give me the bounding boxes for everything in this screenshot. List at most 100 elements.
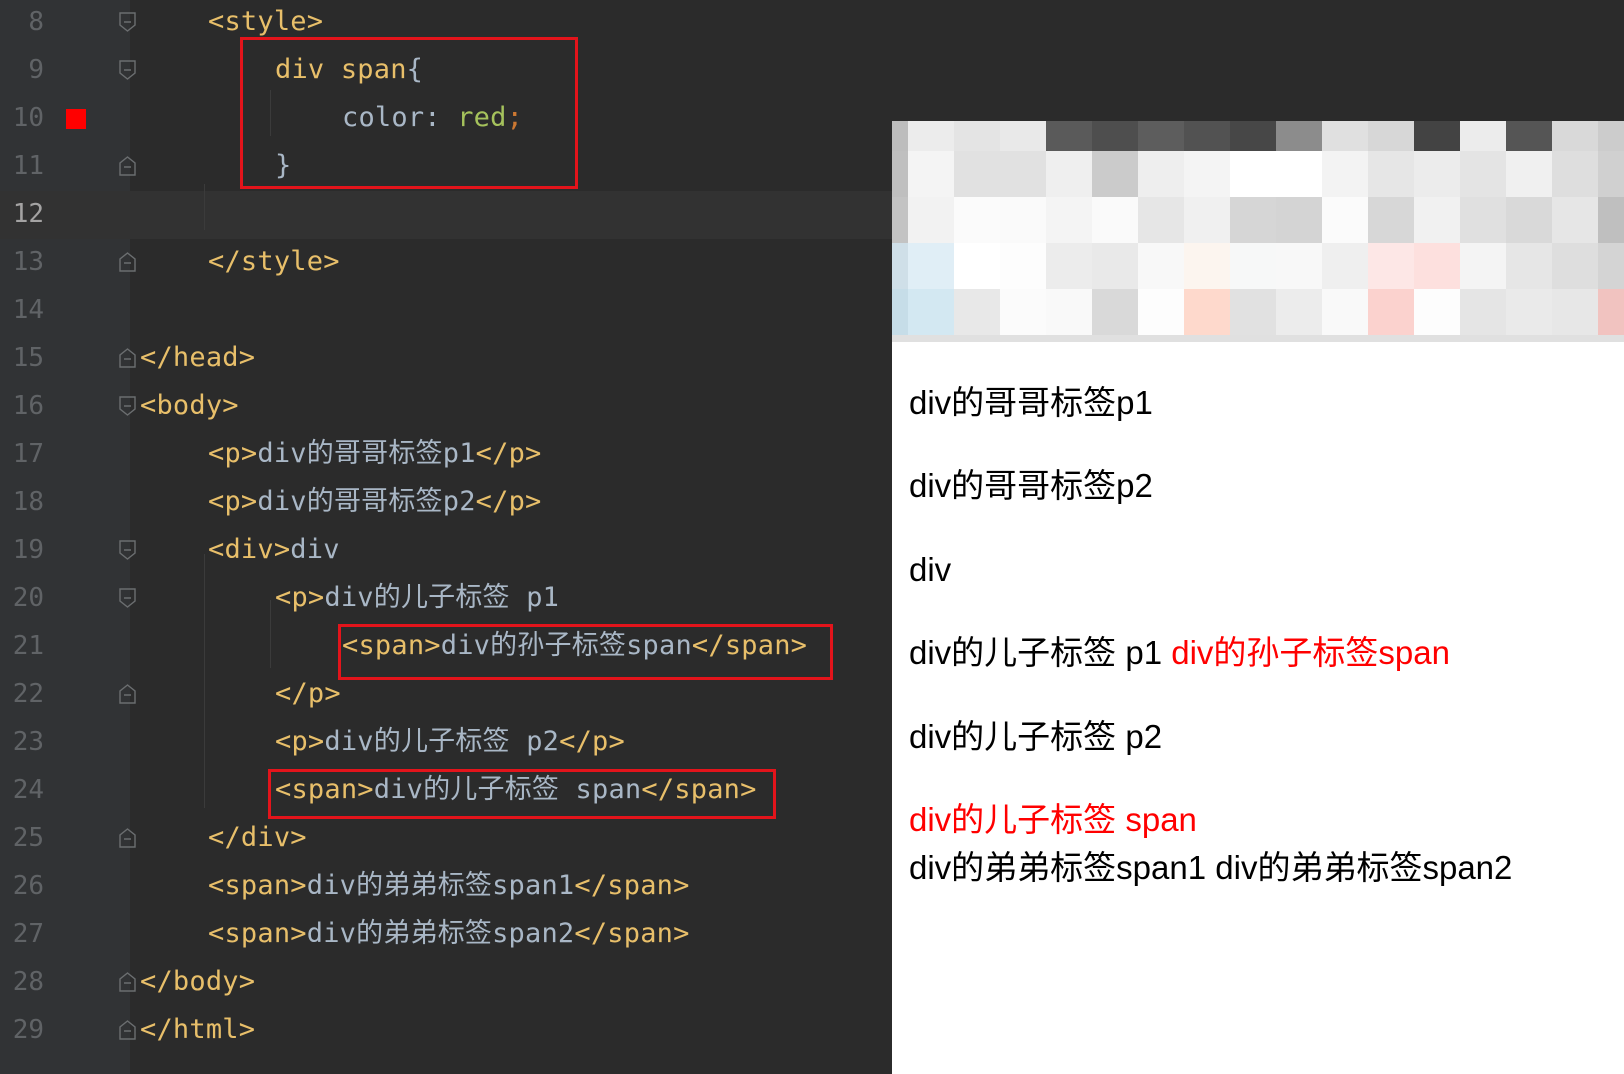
mosaic-cell bbox=[1000, 289, 1046, 335]
fold-close-icon[interactable] bbox=[119, 348, 137, 368]
code-line-20[interactable]: 20 <p>div的儿子标签 p1 bbox=[0, 575, 892, 623]
line-number: 25 bbox=[12, 823, 44, 853]
mosaic-cell bbox=[1230, 243, 1276, 289]
code-line-19[interactable]: 19 <div>div bbox=[0, 527, 892, 575]
mosaic-cell bbox=[1184, 243, 1230, 289]
mosaic-cell bbox=[1046, 121, 1092, 151]
mosaic-cell bbox=[1138, 243, 1184, 289]
rendered-p2: div的哥哥标签p2 bbox=[909, 467, 1153, 504]
mosaic-cell bbox=[1414, 243, 1460, 289]
line-number: 19 bbox=[12, 535, 44, 565]
mosaic-cell bbox=[1506, 243, 1552, 289]
mosaic-cell bbox=[954, 289, 1000, 335]
mosaic-cell bbox=[1414, 197, 1460, 243]
fold-open-icon[interactable] bbox=[119, 540, 137, 560]
code-line-27[interactable]: 27 <span>div的弟弟标签span2</span> bbox=[0, 911, 892, 959]
code-line-10[interactable]: 10 color: red; bbox=[0, 95, 892, 143]
fold-open-icon[interactable] bbox=[119, 60, 137, 80]
mosaic-cell bbox=[1322, 151, 1368, 197]
breakpoint-icon[interactable] bbox=[66, 109, 86, 129]
code-line-8[interactable]: 8 <style> bbox=[0, 0, 892, 47]
code-line-12[interactable]: 12 bbox=[0, 191, 892, 239]
rendered-sibling-spans: div的弟弟标签span1 div的弟弟标签span2 bbox=[909, 848, 1512, 888]
fold-close-icon[interactable] bbox=[119, 252, 137, 272]
code-line-13[interactable]: 13 </style> bbox=[0, 239, 892, 287]
code-line-21[interactable]: 21 <span>div的孙子标签span</span> bbox=[0, 623, 892, 671]
fold-close-icon[interactable] bbox=[119, 972, 137, 992]
mosaic-cell bbox=[1230, 197, 1276, 243]
mosaic-cell bbox=[1000, 151, 1046, 197]
mosaic-cell bbox=[1092, 197, 1138, 243]
fold-open-icon[interactable] bbox=[119, 396, 137, 416]
mosaic-cell bbox=[1276, 121, 1322, 151]
rendered-grandchild-span: div的孙子标签span bbox=[1171, 634, 1450, 671]
code-line-23[interactable]: 23 <p>div的儿子标签 p2</p> bbox=[0, 719, 892, 767]
indent-guide bbox=[204, 184, 205, 230]
mosaic-cell bbox=[1322, 243, 1368, 289]
mosaic-cell bbox=[908, 151, 954, 197]
code-line-15[interactable]: 15 </head> bbox=[0, 335, 892, 383]
mosaic-cell bbox=[1276, 335, 1322, 342]
mosaic-cell bbox=[1598, 197, 1624, 243]
fold-close-icon[interactable] bbox=[119, 684, 137, 704]
mosaic-cell bbox=[908, 121, 954, 151]
fold-close-icon[interactable] bbox=[119, 828, 137, 848]
rendered-sibling-span1: div的弟弟标签span1 bbox=[909, 849, 1207, 886]
mosaic-cell bbox=[1552, 335, 1598, 342]
mosaic-cell bbox=[1322, 289, 1368, 335]
line-number: 22 bbox=[12, 679, 44, 709]
fold-close-icon[interactable] bbox=[119, 1020, 137, 1040]
mosaic-cell bbox=[1092, 335, 1138, 342]
fold-close-icon[interactable] bbox=[119, 156, 137, 176]
mosaic-cell bbox=[1230, 151, 1276, 197]
mosaic-cell bbox=[1506, 197, 1552, 243]
mosaic-cell bbox=[1276, 243, 1322, 289]
line-number: 27 bbox=[12, 919, 44, 949]
mosaic-cell bbox=[1046, 151, 1092, 197]
code-line-29[interactable]: 29 </html> bbox=[0, 1007, 892, 1055]
code-editor[interactable]: 8 <style> 9 div span{10 color: red; 11} 12 13 </… bbox=[0, 0, 892, 1074]
code-text: <span>div的儿子标签 span</span> bbox=[275, 774, 757, 805]
code-line-18[interactable]: 18 <p>div的哥哥标签p2</p> bbox=[0, 479, 892, 527]
code-text: <span>div的孙子标签span</span> bbox=[342, 630, 808, 661]
fold-open-icon[interactable] bbox=[119, 12, 137, 32]
mosaic-cell bbox=[1552, 243, 1598, 289]
mosaic-cell bbox=[1000, 243, 1046, 289]
line-number: 13 bbox=[12, 247, 44, 277]
code-text: </body> bbox=[140, 966, 256, 997]
code-line-17[interactable]: 17 <p>div的哥哥标签p1</p> bbox=[0, 431, 892, 479]
mosaic-cell bbox=[1046, 335, 1092, 342]
mosaic-cell bbox=[1506, 335, 1552, 342]
mosaic-cell bbox=[1552, 151, 1598, 197]
mosaic-cell bbox=[892, 243, 908, 289]
mosaic-cell bbox=[1506, 289, 1552, 335]
code-line-9[interactable]: 9 div span{ bbox=[0, 47, 892, 95]
code-text: </p> bbox=[275, 678, 341, 709]
code-line-22[interactable]: 22 </p> bbox=[0, 671, 892, 719]
mosaic-cell bbox=[1598, 335, 1624, 342]
mosaic-cell bbox=[1000, 121, 1046, 151]
code-line-11[interactable]: 11} bbox=[0, 143, 892, 191]
code-text: </head> bbox=[140, 342, 256, 373]
mosaic-cell bbox=[1230, 289, 1276, 335]
mosaic-cell bbox=[1460, 335, 1506, 342]
code-line-28[interactable]: 28 </body> bbox=[0, 959, 892, 1007]
line-number: 12 bbox=[12, 199, 44, 229]
line-number: 11 bbox=[12, 151, 44, 181]
code-text: <p>div的哥哥标签p1</p> bbox=[208, 438, 542, 469]
mosaic-cell bbox=[1460, 243, 1506, 289]
mosaic-cell bbox=[1414, 335, 1460, 342]
code-line-25[interactable]: 25 </div> bbox=[0, 815, 892, 863]
code-line-16[interactable]: 16 <body> bbox=[0, 383, 892, 431]
code-line-14[interactable]: 14 bbox=[0, 287, 892, 335]
browser-preview: div的哥哥标签p1 div的哥哥标签p2 div div的儿子标签 p1 di… bbox=[892, 121, 1624, 1074]
line-number: 15 bbox=[12, 343, 44, 373]
mosaic-cell bbox=[1552, 197, 1598, 243]
code-line-26[interactable]: 26 <span>div的弟弟标签span1</span> bbox=[0, 863, 892, 911]
code-line-24[interactable]: 24 <span>div的儿子标签 span</span> bbox=[0, 767, 892, 815]
code-text: <p>div的儿子标签 p2</p> bbox=[275, 726, 625, 757]
mosaic-cell bbox=[1598, 289, 1624, 335]
fold-open-icon[interactable] bbox=[119, 588, 137, 608]
mosaic-cell bbox=[1414, 121, 1460, 151]
code-text: </style> bbox=[208, 246, 340, 277]
